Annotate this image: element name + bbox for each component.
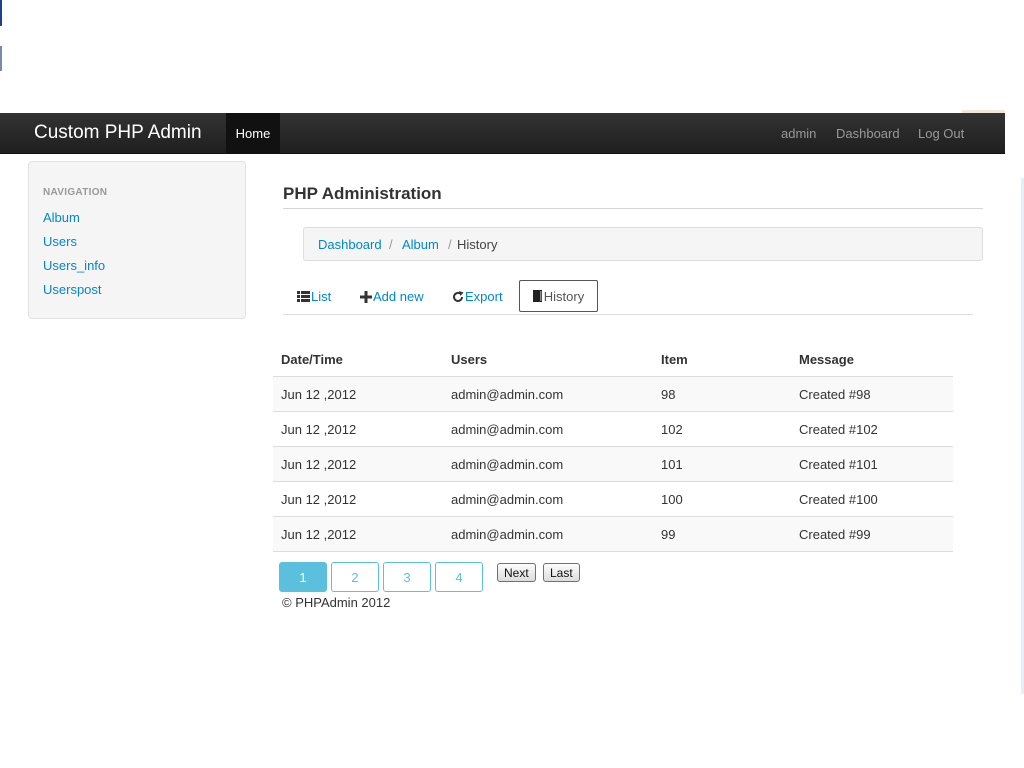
cell-user: admin@admin.com xyxy=(443,481,653,517)
next-button[interactable]: Next xyxy=(497,563,536,582)
breadcrumb: Dashboard / Album / History xyxy=(303,227,983,261)
window-edge-mark xyxy=(0,0,2,26)
column-header-item: Item xyxy=(653,342,791,377)
last-button[interactable]: Last xyxy=(543,563,580,582)
cell-datetime: Jun 12 ,2012 xyxy=(273,411,443,447)
title-divider xyxy=(283,208,983,209)
cell-item: 100 xyxy=(653,481,791,517)
tab-list[interactable]: List xyxy=(297,280,331,313)
sidebar-item-album[interactable]: Album xyxy=(43,210,80,225)
sidebar-item-users-info[interactable]: Users_info xyxy=(43,258,105,273)
cell-message: Created #100 xyxy=(791,481,953,517)
tab-list-label: List xyxy=(311,289,332,304)
table-row: Jun 12 ,2012 admin@admin.com 102 Created… xyxy=(273,411,953,447)
list-icon xyxy=(297,291,310,302)
nav-logout-link[interactable]: Log Out xyxy=(918,113,964,153)
column-header-datetime: Date/Time xyxy=(273,342,443,377)
tab-export-label: Export xyxy=(465,289,503,304)
breadcrumb-history: History xyxy=(457,237,498,252)
tab-add-new-label: Add new xyxy=(373,289,424,304)
nav-dashboard-link[interactable]: Dashboard xyxy=(836,113,900,153)
cell-datetime: Jun 12 ,2012 xyxy=(273,446,443,482)
tab-history-label: History xyxy=(543,288,585,304)
cell-user: admin@admin.com xyxy=(443,411,653,447)
breadcrumb-dashboard[interactable]: Dashboard xyxy=(318,237,382,252)
table-row: Jun 12 ,2012 admin@admin.com 98 Created … xyxy=(273,376,953,412)
column-header-message: Message xyxy=(791,342,953,377)
nav-user-link[interactable]: admin xyxy=(781,113,816,153)
brand-title[interactable]: Custom PHP Admin xyxy=(34,122,202,144)
cell-message: Created #102 xyxy=(791,411,953,447)
page-button-2[interactable]: 2 xyxy=(331,562,379,592)
book-icon xyxy=(532,290,543,302)
cell-datetime: Jun 12 ,2012 xyxy=(273,481,443,517)
table-row: Jun 12 ,2012 admin@admin.com 100 Created… xyxy=(273,481,953,517)
sidebar-nav: NAVIGATION Album Users Users_info Usersp… xyxy=(28,161,246,319)
page-title: PHP Administration xyxy=(283,184,442,203)
top-navbar: Custom PHP Admin Home admin Dashboard Lo… xyxy=(0,113,1005,154)
breadcrumb-separator: / xyxy=(448,237,452,252)
cell-item: 99 xyxy=(653,516,791,552)
cell-datetime: Jun 12 ,2012 xyxy=(273,376,443,412)
tab-export[interactable]: Export xyxy=(452,280,503,313)
column-header-users: Users xyxy=(443,342,653,377)
breadcrumb-album[interactable]: Album xyxy=(402,237,439,252)
action-tabs: List Add new Export History xyxy=(283,280,973,315)
footer-copyright: © PHPAdmin 2012 xyxy=(282,595,391,610)
cell-message: Created #98 xyxy=(791,376,953,412)
cell-user: admin@admin.com xyxy=(443,516,653,552)
table-row: Jun 12 ,2012 admin@admin.com 99 Created … xyxy=(273,516,953,552)
breadcrumb-separator: / xyxy=(389,237,393,252)
table-header-row: Date/Time Users Item Message xyxy=(273,342,953,377)
cell-user: admin@admin.com xyxy=(443,376,653,412)
sidebar-item-userspost[interactable]: Userspost xyxy=(43,282,102,297)
nav-home-link[interactable]: Home xyxy=(226,113,280,153)
cell-message: Created #101 xyxy=(791,446,953,482)
page-button-4[interactable]: 4 xyxy=(435,562,483,592)
tab-add-new[interactable]: Add new xyxy=(360,280,424,313)
cell-datetime: Jun 12 ,2012 xyxy=(273,516,443,552)
table-row: Jun 12 ,2012 admin@admin.com 101 Created… xyxy=(273,446,953,482)
cell-user: admin@admin.com xyxy=(443,446,653,482)
tab-history[interactable]: History xyxy=(519,280,598,312)
cell-item: 102 xyxy=(653,411,791,447)
plus-icon xyxy=(360,290,372,303)
refresh-icon xyxy=(452,290,464,303)
cell-message: Created #99 xyxy=(791,516,953,552)
history-table: Date/Time Users Item Message Jun 12 ,201… xyxy=(273,342,953,552)
sidebar-item-users[interactable]: Users xyxy=(43,234,77,249)
window-edge-mark xyxy=(0,46,2,71)
sidebar-header: NAVIGATION xyxy=(43,187,108,198)
cell-item: 101 xyxy=(653,446,791,482)
cell-item: 98 xyxy=(653,376,791,412)
page-button-1[interactable]: 1 xyxy=(279,562,327,592)
page-button-3[interactable]: 3 xyxy=(383,562,431,592)
